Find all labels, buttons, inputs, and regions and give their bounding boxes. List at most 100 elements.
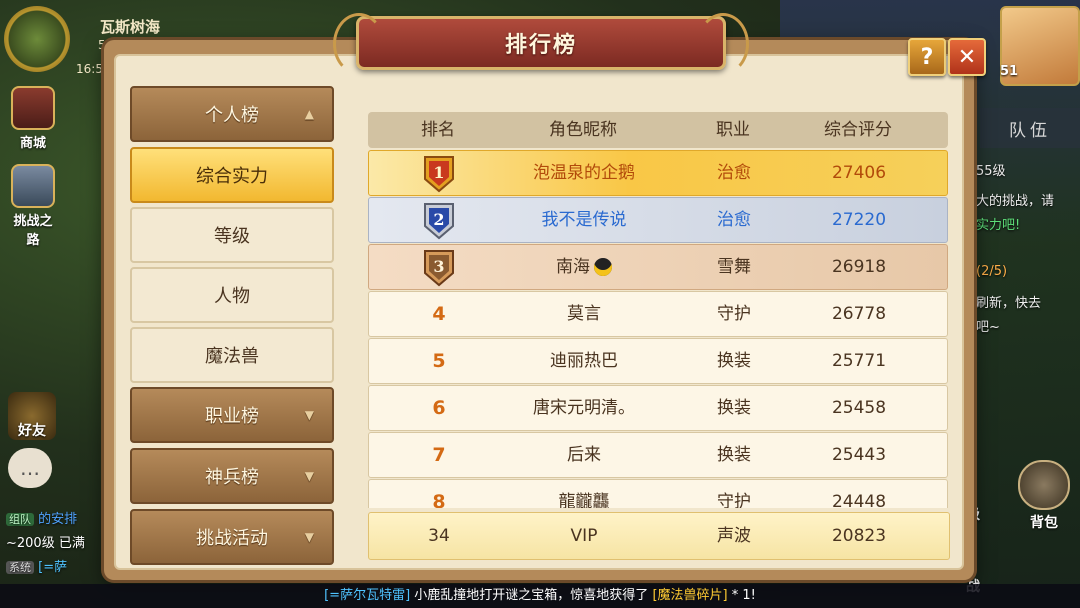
- chat-button[interactable]: …: [8, 448, 52, 488]
- chat-text: ~200级 已满: [6, 536, 85, 551]
- chat-line: 组队 的安排: [0, 508, 110, 532]
- class-cell: 换装: [717, 445, 751, 465]
- quest-text-1: 大的挑战，请: [976, 194, 1055, 209]
- table-row[interactable]: 4 莫言 守护 26778: [368, 291, 948, 337]
- chevron-up-icon: ▲: [304, 107, 314, 121]
- chat-line: 系统 [=萨: [0, 556, 110, 580]
- my-score-cell: 20823: [831, 526, 887, 546]
- challenge-road-label: 挑战之路: [13, 214, 53, 248]
- class-cell: 换装: [717, 351, 751, 371]
- chat-preview[interactable]: 组队 的安排 ~200级 已满 系统 [=萨: [0, 508, 110, 580]
- score-cell: 25443: [831, 445, 887, 465]
- table-row[interactable]: 7 后来 换装 25443: [368, 432, 948, 478]
- my-name-cell: VIP: [570, 526, 598, 546]
- menu-item-character[interactable]: 人物: [130, 267, 334, 323]
- player-name-cell: 迪丽热巴: [550, 351, 618, 371]
- table-row[interactable]: 2 我不是传说 治愈 27220: [368, 197, 948, 243]
- my-rank-cell: 34: [428, 526, 450, 546]
- class-cell: 治愈: [717, 210, 751, 230]
- shop-label: 商城: [19, 136, 46, 151]
- player-name-cell: 唐宋元明清。: [533, 398, 635, 418]
- player-name-cell: 莫言: [567, 304, 601, 324]
- quest-level: 55级: [976, 164, 1006, 179]
- dialog-title-banner: 排行榜: [333, 13, 749, 75]
- system-ticker: [=萨尔瓦特雷] 小鹿乱撞地打开谜之宝箱，惊喜地获得了 [魔法兽碎片] * 1!: [0, 584, 1080, 608]
- table-header: 排名 角色昵称 职业 综合评分: [368, 112, 948, 148]
- ticker-item: [魔法兽碎片]: [652, 588, 728, 603]
- score-cell: 27406: [831, 163, 887, 183]
- ticker-message: 小鹿乱撞地打开谜之宝箱，惊喜地获得了: [414, 588, 649, 603]
- dialog-title: 排行榜: [504, 33, 577, 58]
- chevron-down-icon: ▼: [304, 408, 314, 422]
- class-cell: 换装: [717, 398, 751, 418]
- rank-label: 2: [433, 210, 444, 229]
- quest-text-2: 实力吧!: [976, 218, 1021, 233]
- menu-item-level[interactable]: 等级: [130, 207, 334, 263]
- rank-label: 1: [433, 163, 444, 182]
- class-cell: 守护: [717, 304, 751, 324]
- bronze-rank-badge-icon: 3: [421, 247, 457, 287]
- table-row[interactable]: 8 龍龖龘 守护 24448: [368, 479, 948, 508]
- menu-label: 挑战活动: [196, 528, 268, 549]
- score-cell: 27220: [831, 210, 887, 230]
- rank-cell: 7: [432, 444, 446, 466]
- menu-label: 个人榜: [205, 105, 259, 126]
- rank-cell: 4: [432, 303, 446, 325]
- ranking-table[interactable]: 排名 角色昵称 职业 综合评分 1 泡温泉的企鹅 治愈 27406 2 我不是传…: [368, 112, 948, 508]
- player-name-cell: 后来: [567, 445, 601, 465]
- team-tab[interactable]: 队伍: [980, 108, 1080, 148]
- score-cell: 25771: [831, 351, 887, 371]
- chat-tag-system: 系统: [6, 561, 34, 574]
- backpack-button[interactable]: 背包: [1014, 460, 1074, 532]
- rank-cell: 8: [432, 491, 446, 508]
- chevron-down-icon: ▼: [304, 469, 314, 483]
- quest-progress: (2/5): [976, 264, 1008, 279]
- quest-text-4: 吧~: [976, 320, 1000, 335]
- penguin-icon: [594, 258, 612, 276]
- close-icon: ✕: [957, 44, 977, 70]
- class-cell: 治愈: [717, 163, 751, 183]
- score-cell: 26778: [831, 304, 887, 324]
- table-row[interactable]: 5 迪丽热巴 换装 25771: [368, 338, 948, 384]
- player-name: 瓦斯树海: [100, 18, 161, 36]
- friends-label: 好友: [18, 423, 46, 439]
- header-rank: 排名: [421, 120, 455, 140]
- gold-rank-badge-icon: 1: [421, 153, 457, 193]
- question-icon: ?: [920, 44, 934, 70]
- player-name-cell: 龍龖龘: [558, 492, 610, 508]
- my-class-cell: 声波: [717, 526, 751, 546]
- player-name-cell: 泡温泉的企鹅: [533, 163, 635, 183]
- sword-icon: [11, 164, 55, 208]
- player-avatar[interactable]: [4, 6, 70, 72]
- challenge-road-button[interactable]: 挑战之路: [8, 164, 58, 248]
- header-score: 综合评分: [824, 120, 892, 140]
- rank-label: 3: [433, 257, 444, 276]
- header-class: 职业: [716, 120, 750, 140]
- backpack-icon: [1018, 460, 1070, 510]
- menu-category-challenge[interactable]: 挑战活动 ▼: [130, 509, 334, 565]
- menu-label: 综合实力: [196, 166, 268, 187]
- rank-cell: 6: [432, 397, 446, 419]
- menu-item-overall-power[interactable]: 综合实力: [130, 147, 334, 203]
- menu-item-magic-beast[interactable]: 魔法兽: [130, 327, 334, 383]
- player-time: 16:5: [76, 62, 103, 76]
- table-row[interactable]: 6 唐宋元明清。 换装 25458: [368, 385, 948, 431]
- my-rank-row[interactable]: 34 VIP 声波 20823: [368, 512, 950, 560]
- backpack-label: 背包: [1030, 515, 1058, 531]
- menu-category-personal[interactable]: 个人榜 ▲: [130, 86, 334, 142]
- chevron-down-icon: ▼: [304, 530, 314, 544]
- help-button[interactable]: ?: [908, 38, 946, 76]
- player-name-cell: 南海: [509, 245, 659, 289]
- table-row[interactable]: 1 泡温泉的企鹅 治愈 27406: [368, 150, 948, 196]
- chat-bubble-icon: …: [20, 456, 40, 480]
- shop-icon: [11, 86, 55, 130]
- shop-button[interactable]: 商城: [8, 86, 58, 151]
- menu-category-weapon[interactable]: 神兵榜 ▼: [130, 448, 334, 504]
- player-name-cell: 我不是传说: [541, 210, 627, 230]
- menu-category-class[interactable]: 职业榜 ▼: [130, 387, 334, 443]
- close-button[interactable]: ✕: [948, 38, 986, 76]
- friends-button[interactable]: 好友: [8, 392, 56, 440]
- table-row[interactable]: 3 南海 雪舞 26918: [368, 244, 948, 290]
- ticker-count: * 1!: [731, 588, 756, 603]
- score-cell: 26918: [831, 257, 887, 277]
